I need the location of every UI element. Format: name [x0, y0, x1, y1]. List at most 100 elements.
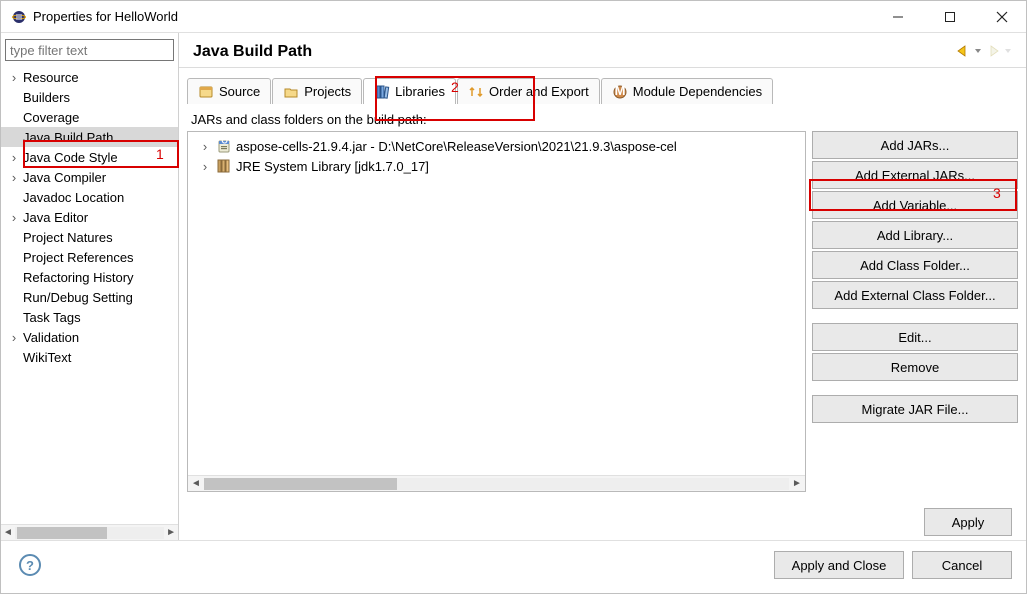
expand-icon[interactable]: [7, 90, 21, 105]
dialog-footer: ? Apply and Close Cancel: [1, 540, 1026, 593]
module-icon: M: [612, 84, 628, 100]
add-variable-button[interactable]: Add Variable...: [812, 191, 1018, 219]
add-jars-button[interactable]: Add JARs...: [812, 131, 1018, 159]
tab-libraries[interactable]: Libraries: [363, 78, 456, 104]
sidebar: ResourceBuilders Coverage Java Build Path J…: [1, 33, 179, 540]
scroll-track[interactable]: [204, 478, 789, 490]
scroll-right-icon[interactable]: ►: [789, 478, 805, 489]
tab-label: Order and Export: [489, 84, 589, 99]
sidebar-item-project-natures[interactable]: Project Natures: [1, 227, 178, 247]
library-entry[interactable]: JRE System Library [jdk1.7.0_17]: [188, 156, 805, 176]
sidebar-item-run-debug-setting[interactable]: Run/Debug Setting: [1, 287, 178, 307]
expand-icon[interactable]: [7, 230, 21, 245]
sidebar-item-label: Javadoc Location: [21, 190, 124, 205]
sidebar-hscrollbar[interactable]: ◄ ►: [1, 524, 178, 540]
expand-icon[interactable]: [7, 270, 21, 285]
close-button[interactable]: [990, 5, 1014, 29]
help-icon[interactable]: ?: [19, 554, 41, 576]
sidebar-item-refactoring-history[interactable]: Refactoring History: [1, 267, 178, 287]
expand-icon[interactable]: [198, 139, 212, 154]
sidebar-item-validation[interactable]: Validation: [1, 327, 178, 347]
sidebar-item-resource[interactable]: Resource: [1, 67, 178, 87]
migrate-jar-button[interactable]: Migrate JAR File...: [812, 395, 1018, 423]
projects-icon: [283, 84, 299, 100]
sidebar-item-wikitext[interactable]: WikiText: [1, 347, 178, 367]
category-tree[interactable]: ResourceBuilders Coverage Java Build Path J…: [1, 65, 178, 524]
expand-icon[interactable]: [7, 170, 21, 185]
library-tree-panel: 010aspose-cells-21.9.4.jar - D:\NetCore\…: [187, 131, 806, 492]
apply-row: Apply: [179, 500, 1026, 540]
tab-order[interactable]: Order and Export: [457, 78, 600, 104]
sidebar-item-label: Java Editor: [21, 210, 88, 225]
scroll-left-icon[interactable]: ◄: [188, 478, 204, 489]
sidebar-item-java-editor[interactable]: Java Editor: [1, 207, 178, 227]
apply-and-close-button[interactable]: Apply and Close: [774, 551, 904, 579]
sidebar-item-coverage[interactable]: Coverage: [1, 107, 178, 127]
expand-icon[interactable]: [7, 250, 21, 265]
window-title: Properties for HelloWorld: [33, 9, 886, 24]
tab-projects[interactable]: Projects: [272, 78, 362, 104]
library-tree[interactable]: 010aspose-cells-21.9.4.jar - D:\NetCore\…: [188, 132, 805, 475]
libtree-hscrollbar[interactable]: ◄ ►: [188, 475, 805, 491]
scroll-track[interactable]: [15, 527, 164, 539]
tab-label: Libraries: [395, 84, 445, 99]
filter-input[interactable]: [5, 39, 174, 61]
expand-icon[interactable]: [7, 110, 21, 125]
sidebar-item-project-references[interactable]: Project References: [1, 247, 178, 267]
expand-icon[interactable]: [7, 150, 21, 165]
tab-source[interactable]: Source: [187, 78, 271, 104]
tab-label: Source: [219, 84, 260, 99]
add-library-button[interactable]: Add Library...: [812, 221, 1018, 249]
sidebar-item-label: Refactoring History: [21, 270, 134, 285]
tab-bar: Source Projects Libraries Order and Export M…: [179, 68, 1026, 104]
apply-button[interactable]: Apply: [924, 508, 1012, 536]
expand-icon[interactable]: [7, 290, 21, 305]
add-external-jars-button[interactable]: Add External JARs...: [812, 161, 1018, 189]
expand-icon[interactable]: [7, 310, 21, 325]
expand-icon[interactable]: [7, 350, 21, 365]
tab-label: Projects: [304, 84, 351, 99]
add-class-folder-button[interactable]: Add Class Folder...: [812, 251, 1018, 279]
minimize-button[interactable]: [886, 5, 910, 29]
expand-icon[interactable]: [7, 210, 21, 225]
edit-button[interactable]: Edit...: [812, 323, 1018, 351]
sidebar-item-label: WikiText: [21, 350, 71, 365]
library-entry[interactable]: 010aspose-cells-21.9.4.jar - D:\NetCore\…: [188, 136, 805, 156]
sidebar-item-label: Coverage: [21, 110, 79, 125]
scroll-left-icon[interactable]: ◄: [3, 527, 13, 538]
app-icon: [11, 9, 27, 25]
add-external-class-folder-button[interactable]: Add External Class Folder...: [812, 281, 1018, 309]
scroll-right-icon[interactable]: ►: [166, 527, 176, 538]
expand-icon[interactable]: [7, 190, 21, 205]
order-icon: [468, 84, 484, 100]
nav-history: [956, 45, 1012, 60]
back-icon[interactable]: [956, 45, 970, 60]
remove-button[interactable]: Remove: [812, 353, 1018, 381]
sidebar-item-java-code-style[interactable]: Java Code Style: [1, 147, 178, 167]
scroll-thumb[interactable]: [204, 478, 397, 490]
scroll-thumb[interactable]: [17, 527, 107, 539]
sidebar-item-label: Java Code Style: [21, 150, 118, 165]
expand-icon[interactable]: [7, 70, 21, 85]
forward-icon[interactable]: [986, 45, 1000, 60]
cancel-button[interactable]: Cancel: [912, 551, 1012, 579]
library-entry-label: aspose-cells-21.9.4.jar - D:\NetCore\Rel…: [236, 139, 677, 154]
sidebar-item-java-compiler[interactable]: Java Compiler: [1, 167, 178, 187]
jre-icon: [216, 158, 232, 174]
maximize-button[interactable]: [938, 5, 962, 29]
sidebar-item-javadoc-location[interactable]: Javadoc Location: [1, 187, 178, 207]
expand-icon[interactable]: [7, 130, 21, 145]
library-buttons: Add JARs... Add External JARs... Add Var…: [812, 131, 1018, 492]
sidebar-item-label: Java Compiler: [21, 170, 106, 185]
expand-icon[interactable]: [7, 330, 21, 345]
expand-icon[interactable]: [198, 159, 212, 174]
tab-module[interactable]: M Module Dependencies: [601, 78, 773, 104]
page-title: Java Build Path: [193, 43, 956, 61]
sidebar-item-builders[interactable]: Builders: [1, 87, 178, 107]
sidebar-item-task-tags[interactable]: Task Tags: [1, 307, 178, 327]
back-menu-icon[interactable]: [974, 45, 982, 60]
tab-label: Module Dependencies: [633, 84, 762, 99]
forward-menu-icon[interactable]: [1004, 45, 1012, 60]
sidebar-item-java-build-path[interactable]: Java Build Path: [1, 127, 178, 147]
page-heading-bar: Java Build Path: [179, 33, 1026, 68]
